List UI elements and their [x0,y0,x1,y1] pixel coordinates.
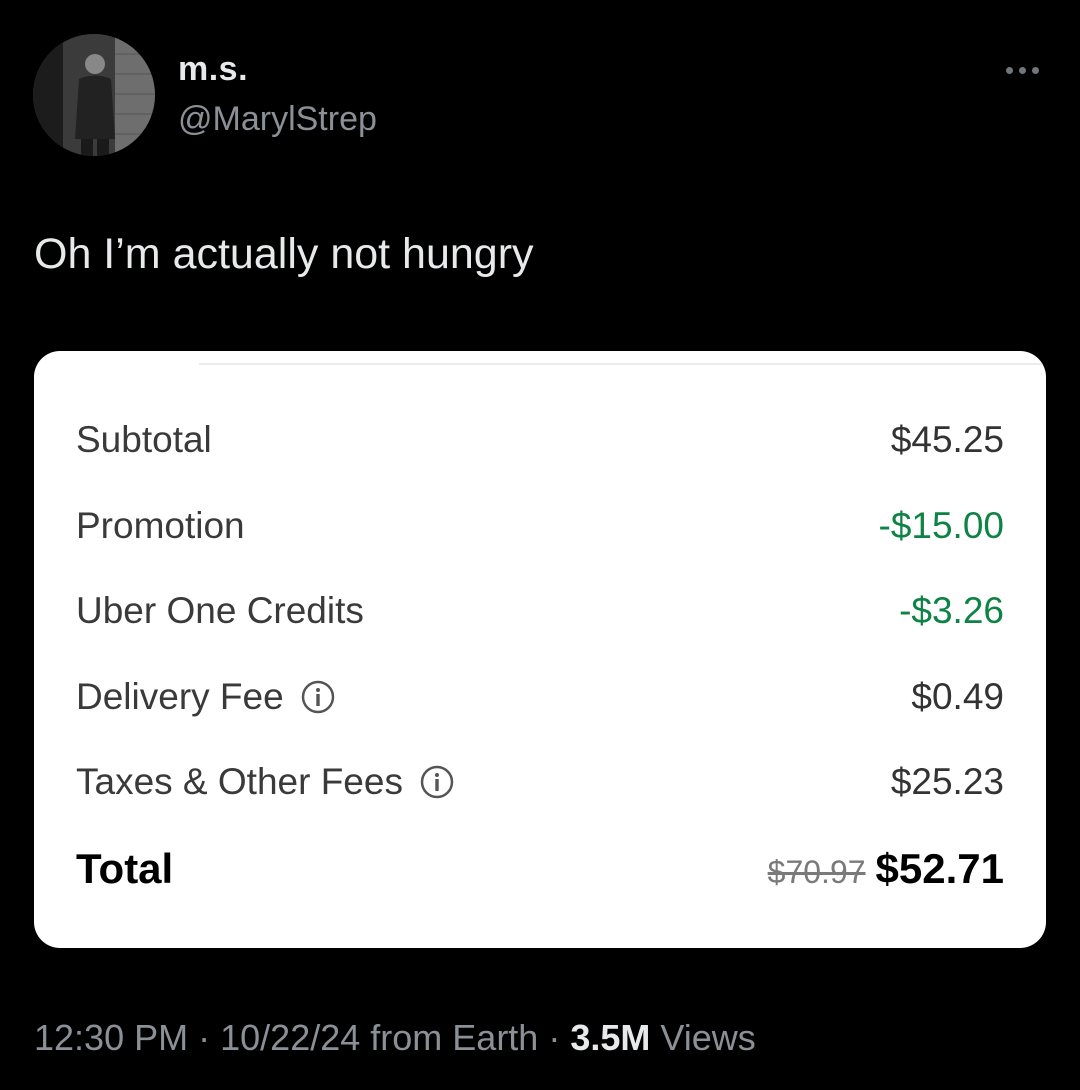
tweet-date[interactable]: 10/22/24 [220,1017,360,1058]
more-dot-icon [1018,66,1026,74]
receipt-image[interactable]: Subtotal $45.25 Promotion -$15.00 Uber O… [34,351,1046,948]
receipt-row-subtotal: Subtotal $45.25 [76,415,1004,465]
tweet-meta: 12:30 PM · 10/22/24 from Earth · 3.5M Vi… [34,1017,756,1059]
receipt-row-uber-one-credits: Uber One Credits -$3.26 [76,586,1004,636]
more-dot-icon [1031,66,1039,74]
meta-separator: · [198,1017,211,1058]
tweet-text: Oh I’m actually not hungry [34,230,534,278]
receipt-row-total: Total $70.97 $52.71 [76,844,1004,894]
row-value: -$15.00 [878,505,1005,546]
row-value: $45.25 [890,419,1004,460]
tweet-time[interactable]: 12:30 PM [34,1017,188,1058]
row-value: $25.23 [890,761,1004,802]
divider [199,363,1046,365]
avatar[interactable] [33,34,155,156]
row-label: Subtotal [76,419,212,460]
views-count[interactable]: 3.5M [570,1017,650,1058]
receipt-row-taxes-fees: Taxes & Other Fees $25.23 [76,757,1004,807]
avatar-photo-icon [33,34,155,156]
meta-separator: · [548,1017,561,1058]
info-icon[interactable] [300,679,336,715]
row-label: Taxes & Other Fees [76,761,455,803]
row-value: -$3.26 [899,590,1004,631]
row-value: $0.49 [911,676,1004,717]
total-value-group: $70.97 $52.71 [768,845,1004,893]
more-dot-icon [1005,66,1013,74]
row-label: Delivery Fee [76,676,336,718]
final-price: $52.71 [875,845,1004,892]
display-name[interactable]: m.s. [178,50,248,89]
original-price: $70.97 [767,854,866,890]
views-label[interactable]: Views [660,1017,755,1058]
receipt-row-delivery-fee: Delivery Fee $0.49 [76,672,1004,722]
total-label: Total [76,845,174,892]
more-options-button[interactable] [992,52,1052,88]
receipt-row-promotion: Promotion -$15.00 [76,501,1004,551]
row-label: Uber One Credits [76,590,364,631]
row-label: Promotion [76,505,245,546]
tweet-source: from Earth [370,1017,539,1058]
user-handle[interactable]: @MarylStrep [178,100,377,139]
info-icon[interactable] [419,764,455,800]
